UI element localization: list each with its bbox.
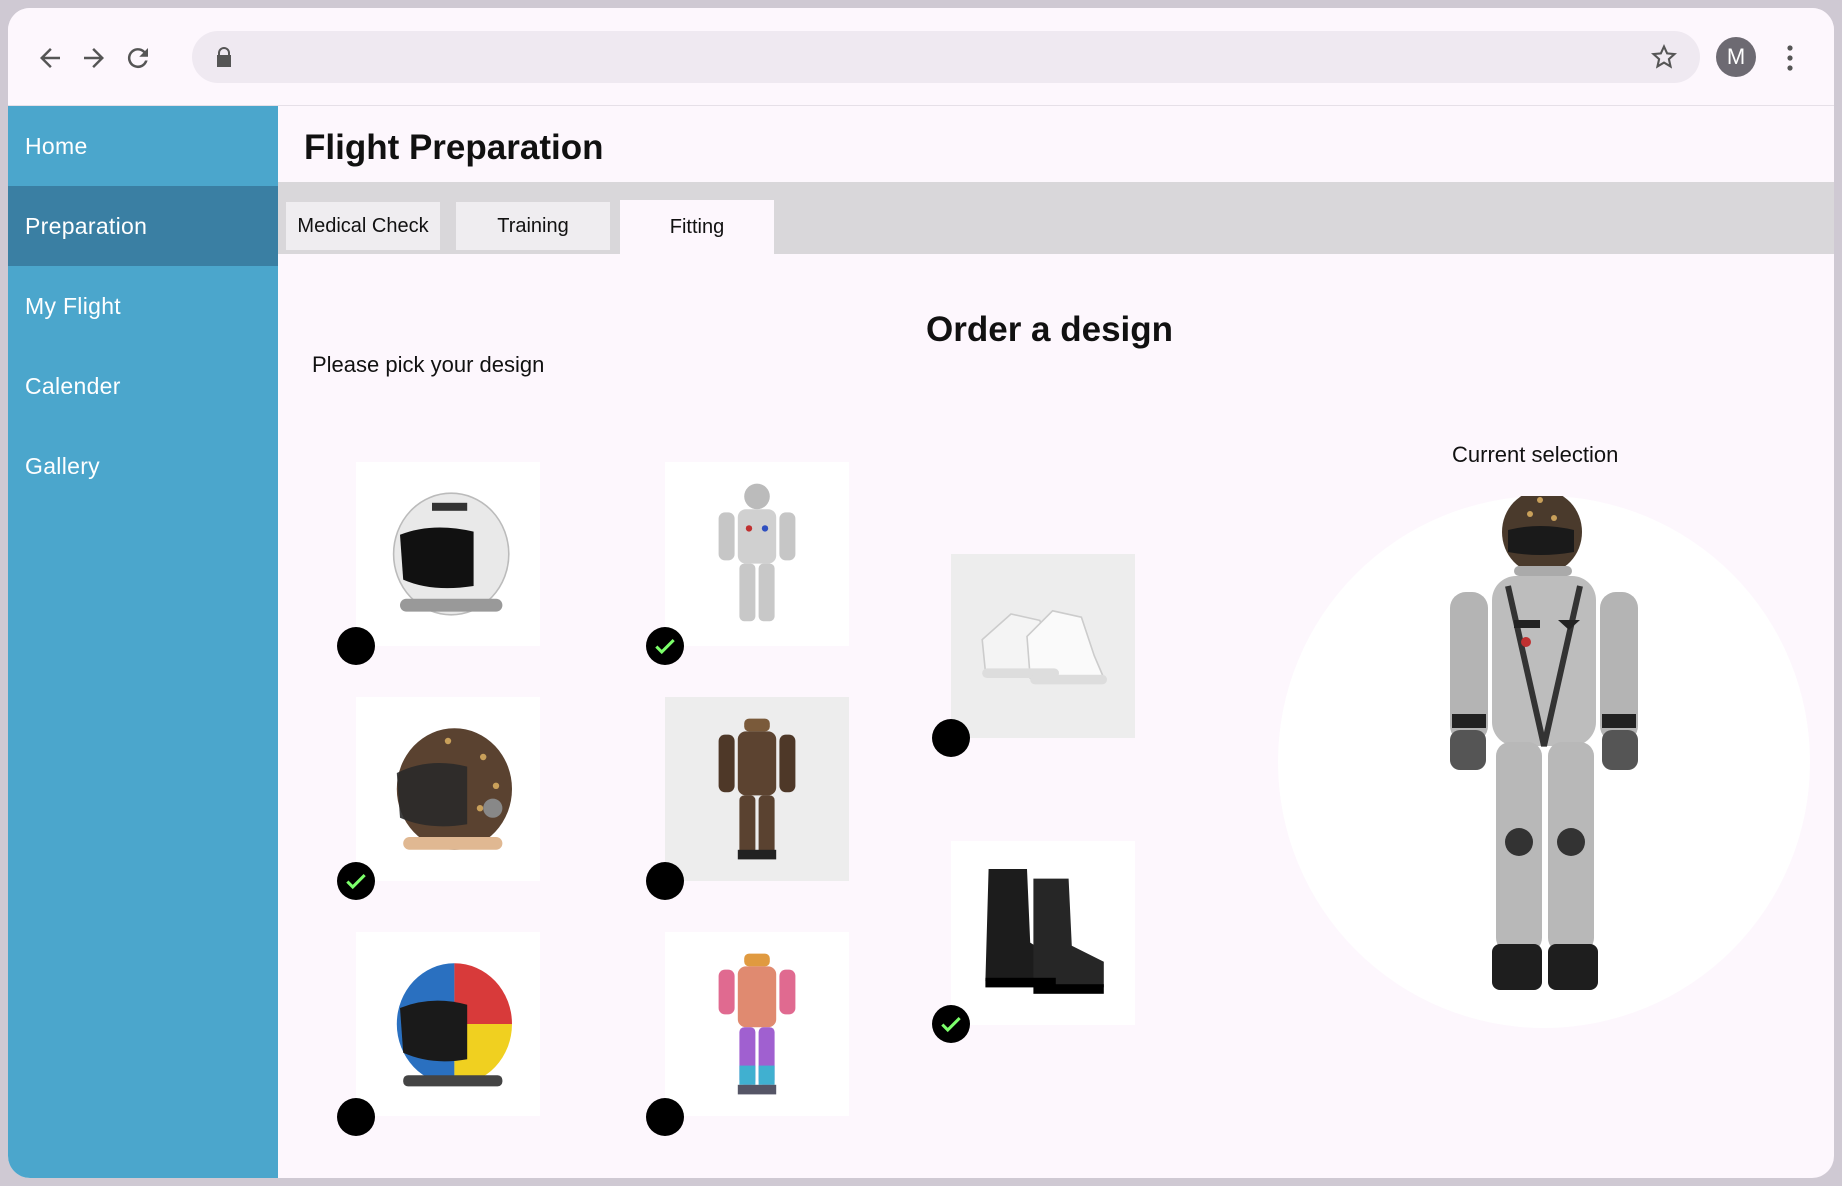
page-title: Flight Preparation [304, 128, 604, 167]
radio-unselected[interactable] [932, 719, 970, 757]
helmet-image [396, 728, 512, 850]
sidebar-item-gallery[interactable]: Gallery [8, 426, 278, 506]
current-selection-preview [1278, 490, 1810, 1028]
url-input[interactable] [248, 31, 1628, 83]
profile-avatar[interactable]: M [1716, 37, 1756, 77]
forward-button[interactable] [76, 40, 112, 76]
sidebar-item-label: Gallery [25, 452, 100, 479]
radio-unselected[interactable] [337, 627, 375, 665]
radio-unselected[interactable] [646, 1098, 684, 1136]
sneakers-image [981, 609, 1107, 685]
tab-bar: Medical Check Training Fitting [278, 182, 1834, 254]
tab-fitting[interactable]: Fitting [620, 200, 774, 254]
sidebar-item-label: Preparation [25, 212, 148, 239]
sidebar-item-preparation[interactable]: Preparation [8, 186, 278, 266]
spacesuit-image [718, 718, 796, 860]
address-bar[interactable] [192, 31, 1700, 83]
boots-image [985, 869, 1104, 994]
back-button[interactable] [32, 40, 68, 76]
reload-icon [127, 48, 148, 69]
check-icon [346, 873, 366, 890]
helmet-image [396, 963, 512, 1087]
sidebar-item-my-flight[interactable]: My Flight [8, 266, 278, 346]
sidebar-item-label: Calender [25, 372, 121, 399]
main-content: Flight Preparation Medical Check Trainin… [278, 106, 1834, 1178]
spacesuit-image [718, 483, 796, 622]
sidebar-item-calender[interactable]: Calender [8, 346, 278, 426]
pick-label: Please pick your design [312, 352, 545, 377]
design-card-rainbow-helmet[interactable] [356, 932, 540, 1116]
more-vert-icon[interactable] [1780, 42, 1800, 74]
sidebar: Home Preparation My Flight Calender Gall… [8, 106, 278, 1178]
radio-unselected[interactable] [646, 862, 684, 900]
design-card-brown-suit[interactable] [665, 697, 849, 881]
tab-training[interactable]: Training [456, 202, 610, 250]
check-icon [941, 1016, 961, 1033]
arrow-right-icon [84, 48, 104, 68]
helmet-image [392, 492, 510, 616]
current-selection-label: Current selection [1452, 442, 1619, 467]
browser-toolbar: M [8, 8, 1834, 106]
design-card-grey-suit[interactable] [665, 462, 849, 646]
spacesuit-image [718, 953, 796, 1095]
sidebar-item-home[interactable]: Home [8, 106, 278, 186]
sidebar-item-label: Home [25, 132, 88, 159]
design-card-white-helmet[interactable] [356, 462, 540, 646]
radio-selected[interactable] [646, 627, 684, 665]
astronaut-preview-image [1450, 490, 1638, 990]
arrow-left-icon [40, 48, 60, 68]
lock-icon [217, 47, 231, 67]
radio-selected[interactable] [337, 862, 375, 900]
reload-button[interactable] [120, 40, 156, 76]
bookmark-star-icon[interactable] [1650, 43, 1678, 71]
design-card-white-sneakers[interactable] [951, 554, 1135, 738]
check-icon [655, 638, 675, 655]
order-title: Order a design [926, 310, 1174, 349]
tab-medical-check[interactable]: Medical Check [286, 202, 440, 250]
design-card-monogram-helmet[interactable] [356, 697, 540, 881]
design-card-black-boots[interactable] [951, 841, 1135, 1025]
radio-unselected[interactable] [337, 1098, 375, 1136]
sidebar-item-label: My Flight [25, 292, 121, 319]
design-card-colorful-suit[interactable] [665, 932, 849, 1116]
device-frame: M Home Preparation My Flight Calender Ga… [8, 8, 1834, 1178]
radio-selected[interactable] [932, 1005, 970, 1043]
